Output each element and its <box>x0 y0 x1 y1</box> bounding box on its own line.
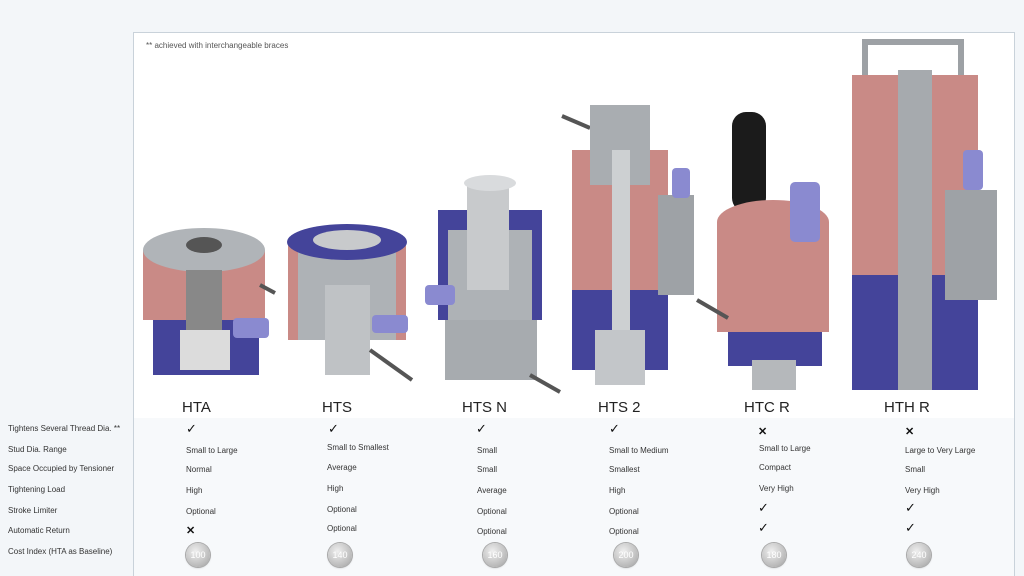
product-name-hth-r: HTH R <box>884 399 930 416</box>
htc-r-tensioner-illustration <box>695 112 829 390</box>
product-name-hta: HTA <box>182 399 211 416</box>
check-icon: ✓ <box>186 421 197 436</box>
cell-stud-hth-r: Large to Very Large <box>905 446 976 455</box>
comparison-table <box>133 418 1015 576</box>
check-icon: ✓ <box>609 421 620 436</box>
cell-stud-hta: Small to Large <box>186 446 238 455</box>
hts-n-tensioner-illustration <box>425 175 561 394</box>
hta-tensioner-illustration <box>143 228 276 375</box>
row-label-stroke-limiter: Stroke Limiter <box>8 506 58 515</box>
product-name-hts-2: HTS 2 <box>598 399 641 416</box>
cell-stud-hts-2: Small to Medium <box>609 446 669 455</box>
cell-load-hta: High <box>186 486 203 495</box>
cell-autoreturn-hts: Optional <box>327 524 357 533</box>
check-icon: ✓ <box>905 520 916 535</box>
check-icon: ✓ <box>758 520 769 535</box>
cell-space-hth-r: Small <box>905 465 926 474</box>
cell-space-hts-n: Small <box>477 465 498 474</box>
cell-space-hts: Average <box>327 463 357 472</box>
check-icon: ✓ <box>905 500 916 515</box>
cell-load-htc-r: Very High <box>759 484 794 493</box>
cross-icon: ✕ <box>905 426 915 438</box>
cost-badge-hta: 100 <box>186 543 210 567</box>
product-name-hts-n: HTS N <box>462 399 507 416</box>
row-label-thread-dia: Tightens Several Thread Dia. ** <box>8 424 121 433</box>
cell-load-hts: High <box>327 484 344 493</box>
cost-badge-hts: 140 <box>328 543 352 567</box>
cell-stroke-hts-n: Optional <box>477 507 507 516</box>
cost-badge-hts-2: 200 <box>614 543 638 567</box>
cell-autoreturn-hts-n: Optional <box>477 527 507 536</box>
hts-tensioner-illustration <box>287 224 414 382</box>
check-icon: ✓ <box>758 500 769 515</box>
cell-stroke-hts: Optional <box>327 505 357 514</box>
cost-badge-hts-n: 160 <box>483 543 507 567</box>
cell-space-hts-2: Smallest <box>609 465 640 474</box>
cell-space-htc-r: Compact <box>759 463 792 472</box>
cell-space-hta: Normal <box>186 465 212 474</box>
cell-autoreturn-hts-2: Optional <box>609 527 639 536</box>
row-label-stud-range: Stud Dia. Range <box>8 445 67 454</box>
product-illustrations <box>143 39 997 394</box>
cell-load-hts-n: Average <box>477 486 507 495</box>
cost-badge-hth-r: 240 <box>907 543 931 567</box>
cell-load-hth-r: Very High <box>905 486 940 495</box>
product-name-hts: HTS <box>322 399 352 416</box>
cross-icon: ✕ <box>186 525 196 537</box>
cell-stroke-hts-2: Optional <box>609 507 639 516</box>
row-label-tightening-load: Tightening Load <box>8 485 66 494</box>
product-name-htc-r: HTC R <box>744 399 790 416</box>
cell-stroke-hta: Optional <box>186 507 216 516</box>
row-label-automatic-return: Automatic Return <box>8 526 70 535</box>
check-icon: ✓ <box>328 421 339 436</box>
row-label-space-occupied: Space Occupied by Tensioner <box>8 464 115 473</box>
cross-icon: ✕ <box>758 426 768 438</box>
cost-badge-htc-r: 180 <box>762 543 786 567</box>
cell-load-hts-2: High <box>609 486 626 495</box>
check-icon: ✓ <box>476 421 487 436</box>
cell-stud-hts-n: Small <box>477 446 498 455</box>
cell-stud-hts: Small to Smallest <box>327 443 389 452</box>
hth-r-tensioner-illustration <box>852 39 997 390</box>
hts-2-tensioner-illustration <box>561 105 694 385</box>
row-label-cost-index: Cost Index (HTA as Baseline) <box>8 547 113 556</box>
cell-stud-htc-r: Small to Large <box>759 444 811 453</box>
